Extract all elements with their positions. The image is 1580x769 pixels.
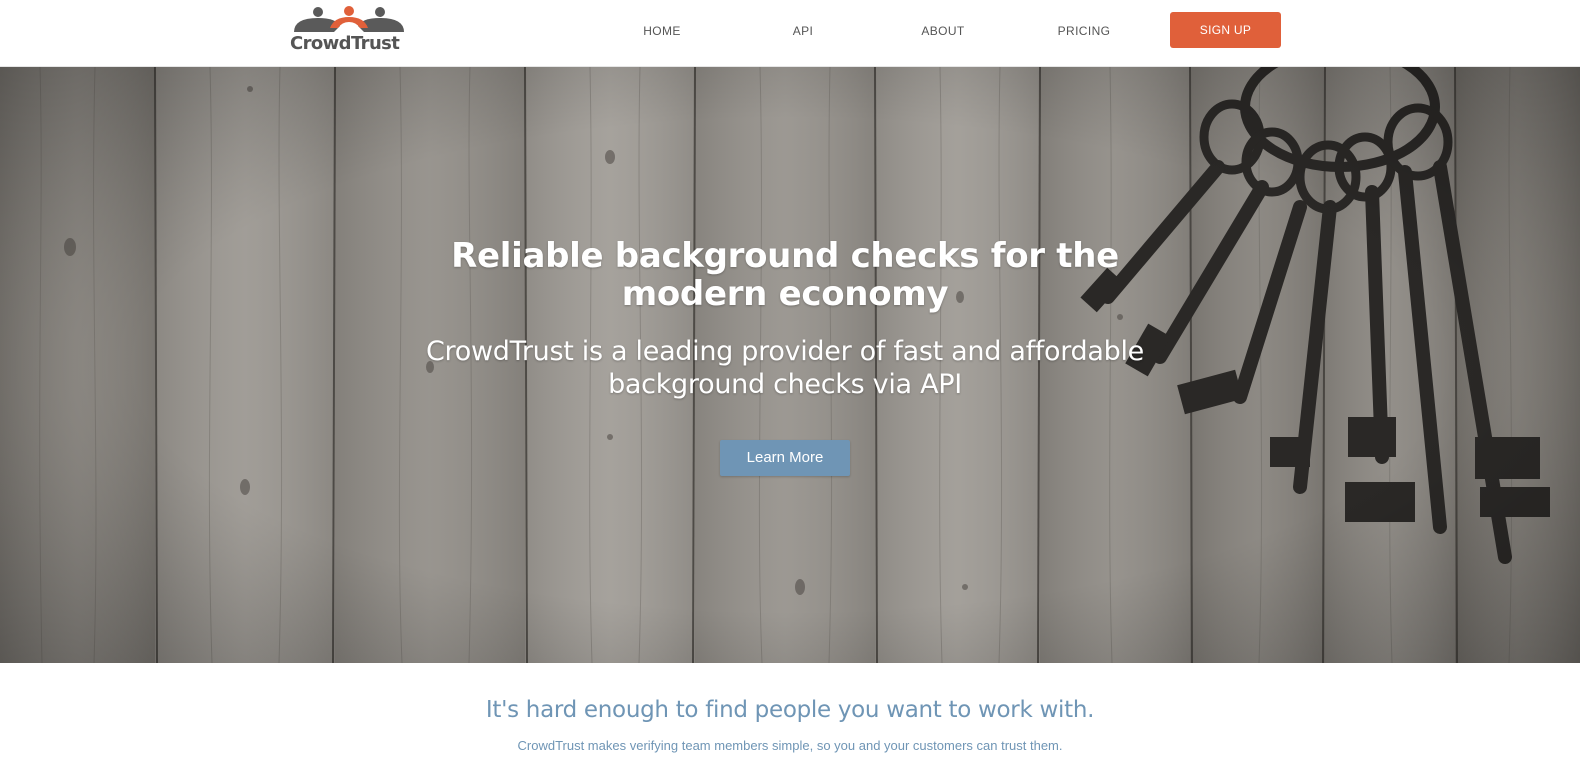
learn-more-button[interactable]: Learn More bbox=[720, 440, 850, 476]
logo[interactable]: CrowdTrust bbox=[290, 6, 408, 58]
nav-api[interactable]: API bbox=[762, 22, 844, 40]
navbar: CrowdTrust HOME API ABOUT PRICING SIGN U… bbox=[0, 0, 1580, 67]
nav-pricing[interactable]: PRICING bbox=[1043, 22, 1125, 40]
hero-title: Reliable background checks for the moder… bbox=[451, 236, 1119, 314]
intro-heading: It's hard enough to find people you want… bbox=[485, 697, 1095, 723]
intro-subheading: CrowdTrust makes verifying team members … bbox=[517, 738, 1063, 753]
logo-text: CrowdTrust bbox=[290, 33, 400, 54]
nav-home[interactable]: HOME bbox=[621, 22, 703, 40]
hero-subtitle: CrowdTrust is a leading provider of fast… bbox=[426, 336, 1144, 400]
three-people-icon bbox=[294, 6, 404, 32]
hero: Reliable background checks for the moder… bbox=[0, 67, 1580, 663]
signup-button[interactable]: SIGN UP bbox=[1170, 12, 1281, 48]
nav-about[interactable]: ABOUT bbox=[902, 22, 984, 40]
page: CrowdTrust HOME API ABOUT PRICING SIGN U… bbox=[0, 0, 1580, 769]
